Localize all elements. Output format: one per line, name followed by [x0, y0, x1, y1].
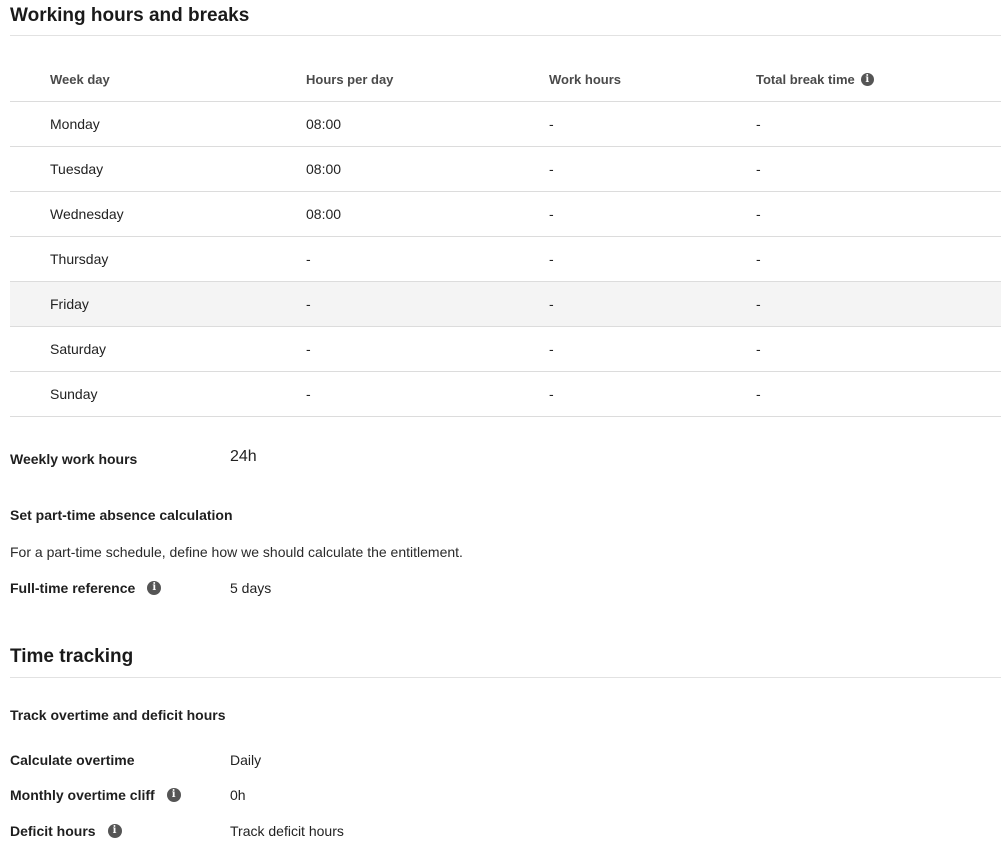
week-day-cell: Sunday [50, 386, 98, 402]
table-row: Sunday - - - [10, 372, 1001, 417]
column-header-total-break-label: Total break time [756, 72, 855, 87]
time-tracking-title: Time tracking [10, 646, 134, 667]
hours-per-day-cell: 08:00 [306, 116, 342, 132]
hours-per-day-cell: - [306, 296, 311, 312]
info-icon[interactable]: i [147, 581, 162, 595]
table-row: Wednesday 08:00 - - [10, 192, 1001, 237]
working-hours-title: Working hours and breaks [10, 5, 250, 26]
section-divider [10, 35, 1001, 36]
table-header: Week day Hours per day Work hours Total … [10, 57, 1001, 102]
table-row: Friday - - - [10, 282, 1001, 327]
monthly-overtime-cliff-text: Monthly overtime cliff [10, 787, 155, 803]
info-icon[interactable]: i [107, 824, 122, 838]
column-header-week-day: Week day [50, 72, 110, 87]
total-break-cell: - [756, 296, 761, 312]
part-time-heading: Set part-time absence calculation [10, 507, 233, 523]
table-row: Saturday - - - [10, 327, 1001, 372]
deficit-hours-value: Track deficit hours [230, 823, 344, 839]
week-day-cell: Saturday [50, 341, 107, 357]
column-header-total-break-time: Total break time i [756, 72, 874, 87]
week-day-cell: Friday [50, 296, 89, 312]
hours-per-day-cell: 08:00 [306, 206, 342, 222]
weekly-work-hours-label: Weekly work hours [10, 451, 138, 467]
monthly-overtime-cliff-label: Monthly overtime cliff i [10, 787, 181, 803]
column-header-hours-per-day: Hours per day [306, 72, 394, 87]
hours-per-day-cell: - [306, 386, 311, 402]
column-header-work-hours: Work hours [549, 72, 621, 87]
hours-per-day-cell: 08:00 [306, 161, 342, 177]
total-break-cell: - [756, 386, 761, 402]
work-hours-cell: - [549, 386, 554, 402]
work-hours-cell: - [549, 341, 554, 357]
calculate-overtime-value: Daily [230, 752, 262, 768]
table-row: Thursday - - - [10, 237, 1001, 282]
total-break-cell: - [756, 116, 761, 132]
working-hours-table: Week day Hours per day Work hours Total … [10, 57, 1001, 417]
week-day-cell: Wednesday [50, 206, 124, 222]
week-day-cell: Monday [50, 116, 100, 132]
work-hours-cell: - [549, 116, 554, 132]
work-hours-cell: - [549, 296, 554, 312]
total-break-cell: - [756, 341, 761, 357]
settings-page: Working hours and breaks Week day Hours … [0, 0, 1001, 845]
work-hours-cell: - [549, 251, 554, 267]
work-hours-cell: - [549, 161, 554, 177]
part-time-description: For a part-time schedule, define how we … [10, 544, 463, 560]
hours-per-day-cell: - [306, 341, 311, 357]
full-time-reference-value: 5 days [230, 580, 272, 596]
work-hours-cell: - [549, 206, 554, 222]
week-day-cell: Tuesday [50, 161, 104, 177]
week-day-cell: Thursday [50, 251, 109, 267]
track-overtime-heading: Track overtime and deficit hours [10, 707, 226, 723]
section-divider [10, 677, 1001, 678]
info-icon[interactable]: i [166, 788, 181, 802]
total-break-cell: - [756, 161, 761, 177]
table-row: Tuesday 08:00 - - [10, 147, 1001, 192]
full-time-reference-label: Full-time reference i [10, 580, 162, 596]
total-break-cell: - [756, 206, 761, 222]
info-icon[interactable]: i [860, 73, 874, 86]
total-break-cell: - [756, 251, 761, 267]
weekly-work-hours-value: 24h [230, 448, 257, 465]
hours-per-day-cell: - [306, 251, 311, 267]
calculate-overtime-label: Calculate overtime [10, 752, 135, 768]
table-row: Monday 08:00 - - [10, 102, 1001, 147]
monthly-overtime-cliff-value: 0h [230, 787, 246, 803]
deficit-hours-text: Deficit hours [10, 823, 96, 839]
full-time-reference-text: Full-time reference [10, 580, 136, 596]
deficit-hours-label: Deficit hours i [10, 823, 122, 839]
